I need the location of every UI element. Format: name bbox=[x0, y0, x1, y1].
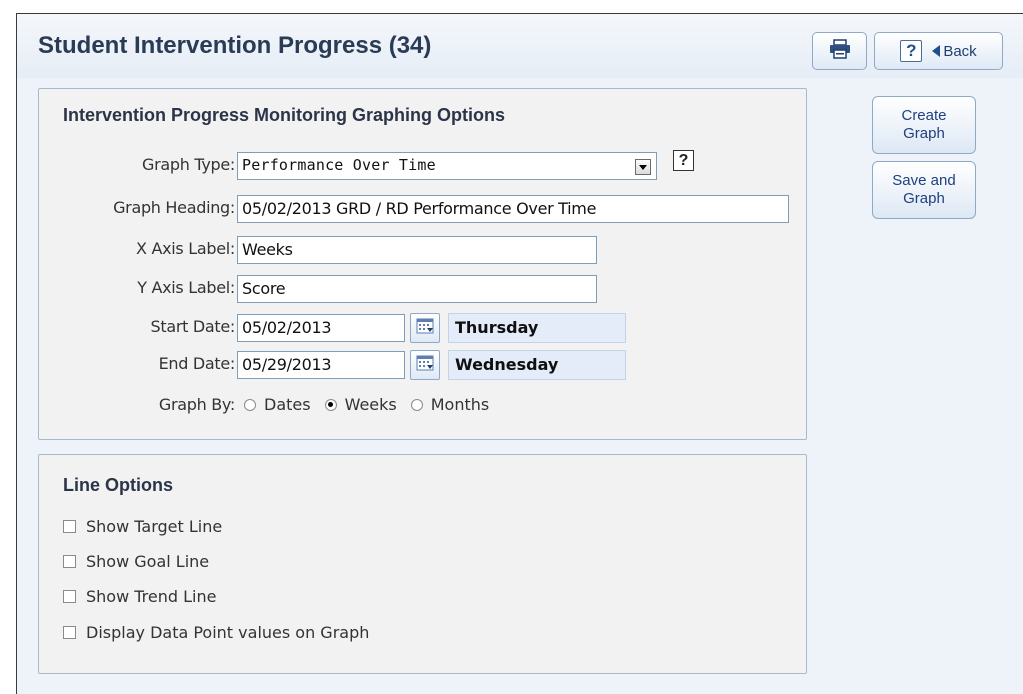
start-date-label: Start Date: bbox=[150, 317, 235, 336]
create-graph-label-line1: Create bbox=[901, 107, 947, 124]
graph-type-value: Performance Over Time bbox=[242, 156, 436, 174]
show-target-line-option[interactable]: Show Target Line bbox=[63, 517, 222, 536]
back-button[interactable]: Back bbox=[932, 42, 977, 60]
graph-type-label: Graph Type: bbox=[141, 155, 235, 174]
graph-by-months-label: Months bbox=[430, 395, 490, 414]
y-axis-label-input[interactable]: Score bbox=[237, 275, 597, 303]
show-goal-line-label: Show Goal Line bbox=[86, 552, 210, 571]
display-data-point-values-option[interactable]: Display Data Point values on Graph bbox=[63, 623, 369, 642]
x-axis-label-input[interactable]: Weeks bbox=[237, 236, 597, 264]
end-date-input[interactable]: 05/29/2013 bbox=[237, 351, 405, 379]
help-button[interactable]: ? bbox=[900, 40, 923, 62]
end-date-label: End Date: bbox=[158, 354, 236, 373]
calendar-icon bbox=[416, 318, 434, 338]
graph-type-select[interactable]: Performance Over Time bbox=[237, 152, 657, 180]
graph-type-help-icon[interactable]: ? bbox=[673, 150, 694, 171]
show-target-line-label: Show Target Line bbox=[86, 517, 223, 536]
end-day-display: Wednesday bbox=[448, 350, 626, 380]
start-day-display: Thursday bbox=[448, 313, 626, 343]
graphing-options-panel: Intervention Progress Monitoring Graphin… bbox=[38, 88, 807, 440]
graph-by-weeks-option[interactable]: Weeks bbox=[324, 395, 397, 414]
help-back-toolbar: ? Back bbox=[874, 32, 1003, 70]
show-target-line-checkbox[interactable] bbox=[63, 520, 76, 533]
radio-dates[interactable] bbox=[244, 398, 256, 411]
save-and-graph-label-line1: Save and bbox=[892, 172, 956, 189]
show-trend-line-label: Show Trend Line bbox=[86, 587, 217, 606]
y-axis-label-label: Y Axis Label: bbox=[137, 278, 235, 297]
end-date-calendar-button[interactable] bbox=[410, 350, 440, 380]
save-and-graph-label-line2: Graph bbox=[903, 190, 945, 207]
line-options-title: Line Options bbox=[63, 475, 173, 495]
page-title: Student Intervention Progress (34) bbox=[38, 32, 432, 59]
show-goal-line-option[interactable]: Show Goal Line bbox=[63, 552, 209, 571]
graph-heading-input[interactable]: 05/02/2013 GRD / RD Performance Over Tim… bbox=[237, 195, 789, 223]
start-date-calendar-button[interactable] bbox=[410, 313, 440, 343]
graph-by-radio-group: Dates Weeks Months bbox=[244, 395, 503, 414]
graph-by-months-option[interactable]: Months bbox=[410, 395, 490, 414]
show-trend-line-option[interactable]: Show Trend Line bbox=[63, 587, 216, 606]
show-goal-line-checkbox[interactable] bbox=[63, 555, 76, 568]
print-button[interactable] bbox=[812, 32, 867, 70]
save-and-graph-button[interactable]: Save and Graph bbox=[872, 161, 976, 219]
graph-heading-label: Graph Heading: bbox=[113, 198, 235, 217]
calendar-icon bbox=[416, 355, 434, 375]
x-axis-label-label: X Axis Label: bbox=[136, 239, 235, 258]
printer-icon bbox=[829, 39, 851, 63]
show-trend-line-checkbox[interactable] bbox=[63, 590, 76, 603]
graph-by-weeks-label: Weeks bbox=[344, 395, 397, 414]
display-data-point-values-label: Display Data Point values on Graph bbox=[86, 623, 370, 642]
start-date-input[interactable]: 05/02/2013 bbox=[237, 314, 405, 342]
create-graph-label-line2: Graph bbox=[903, 125, 945, 142]
back-arrow-icon bbox=[932, 45, 941, 57]
graph-by-dates-label: Dates bbox=[264, 395, 311, 414]
graph-by-dates-option[interactable]: Dates bbox=[244, 395, 311, 414]
graph-by-label: Graph By: bbox=[158, 395, 235, 414]
chevron-down-icon bbox=[635, 159, 651, 175]
title-bar: Student Intervention Progress (34) ? Bac… bbox=[17, 14, 1023, 78]
graphing-options-title: Intervention Progress Monitoring Graphin… bbox=[63, 105, 506, 125]
app-frame: Student Intervention Progress (34) ? Bac… bbox=[16, 13, 1023, 694]
display-data-point-values-checkbox[interactable] bbox=[63, 626, 76, 639]
back-label: Back bbox=[943, 42, 977, 60]
radio-months[interactable] bbox=[410, 398, 423, 411]
create-graph-button[interactable]: Create Graph bbox=[872, 96, 976, 154]
line-options-panel: Line Options Show Target Line Show Goal … bbox=[38, 454, 807, 674]
radio-weeks[interactable] bbox=[324, 398, 337, 411]
